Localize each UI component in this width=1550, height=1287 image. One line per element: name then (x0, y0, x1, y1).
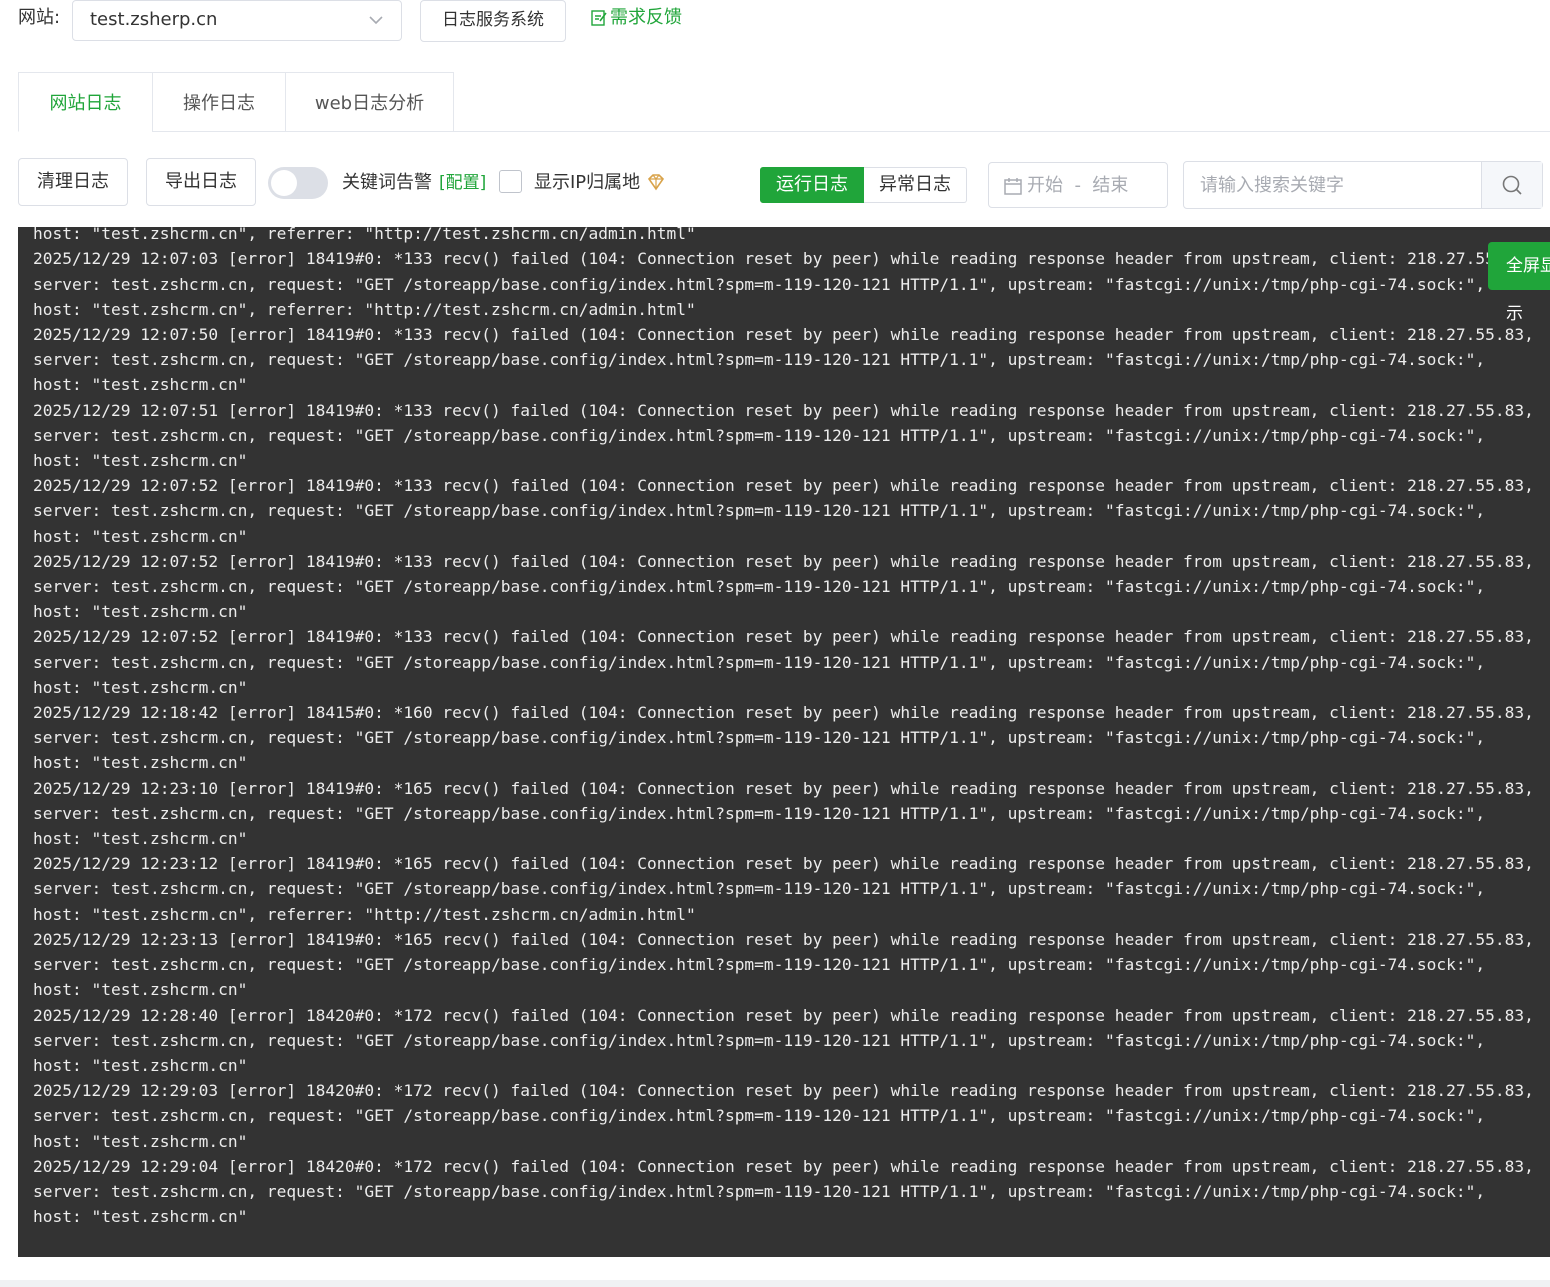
tab-site-log-label: 网站日志 (49, 93, 122, 114)
bottom-divider (0, 1280, 1550, 1287)
search-box (1183, 161, 1543, 209)
date-end: 结束 (1092, 175, 1129, 196)
date-range-text: 开始 - 结束 (1027, 174, 1128, 198)
site-select-value: test.zsherp.cn (90, 9, 218, 30)
tab-divider (453, 131, 1550, 132)
feedback-link-label: 需求反馈 (610, 7, 682, 28)
keyword-alert-label: 关键词告警 (342, 172, 432, 193)
log-tabs: 网站日志 操作日志 web日志分析 (18, 72, 454, 132)
export-log-button[interactable]: 导出日志 (146, 158, 256, 206)
log-service-button[interactable]: 日志服务系统 (420, 0, 566, 42)
log-type-switch: 运行日志 异常日志 (760, 167, 967, 203)
log-panel[interactable]: 2025/12/29 12:07:03 [error] 18419#0: *13… (18, 227, 1550, 1257)
keyword-config-link[interactable]: [配置] (439, 171, 486, 195)
toggle-knob (271, 170, 297, 196)
fullscreen-button[interactable]: 全屏显示 (1488, 242, 1550, 324)
search-input[interactable] (1184, 162, 1482, 208)
calendar-icon (1004, 178, 1022, 195)
show-ip-checkbox[interactable] (499, 170, 522, 193)
tab-operation-log[interactable]: 操作日志 (152, 72, 285, 132)
search-icon (1502, 175, 1522, 195)
tab-web-log-analysis[interactable]: web日志分析 (285, 72, 454, 132)
chevron-down-icon (369, 16, 383, 25)
tab-operation-log-label: 操作日志 (183, 93, 255, 114)
gem-icon (647, 174, 665, 191)
show-ip-label: 显示IP归属地 (534, 172, 641, 193)
clear-log-button[interactable]: 清理日志 (18, 158, 128, 206)
search-button[interactable] (1481, 162, 1542, 208)
error-log-button[interactable]: 异常日志 (864, 167, 967, 203)
tab-site-log[interactable]: 网站日志 (18, 72, 152, 132)
date-separator: - (1074, 175, 1081, 196)
site-select[interactable]: test.zsherp.cn (72, 0, 402, 41)
log-content: 2025/12/29 12:07:03 [error] 18419#0: *13… (33, 227, 1534, 1227)
run-log-button[interactable]: 运行日志 (760, 167, 864, 203)
date-start: 开始 (1027, 175, 1063, 196)
site-label: 网站: (18, 7, 61, 28)
tab-web-log-analysis-label: web日志分析 (314, 93, 425, 114)
edit-icon (591, 10, 607, 26)
date-range-picker[interactable]: 开始 - 结束 (988, 162, 1168, 208)
keyword-alert-toggle[interactable] (268, 167, 328, 199)
feedback-link[interactable]: 需求反馈 (590, 6, 682, 30)
